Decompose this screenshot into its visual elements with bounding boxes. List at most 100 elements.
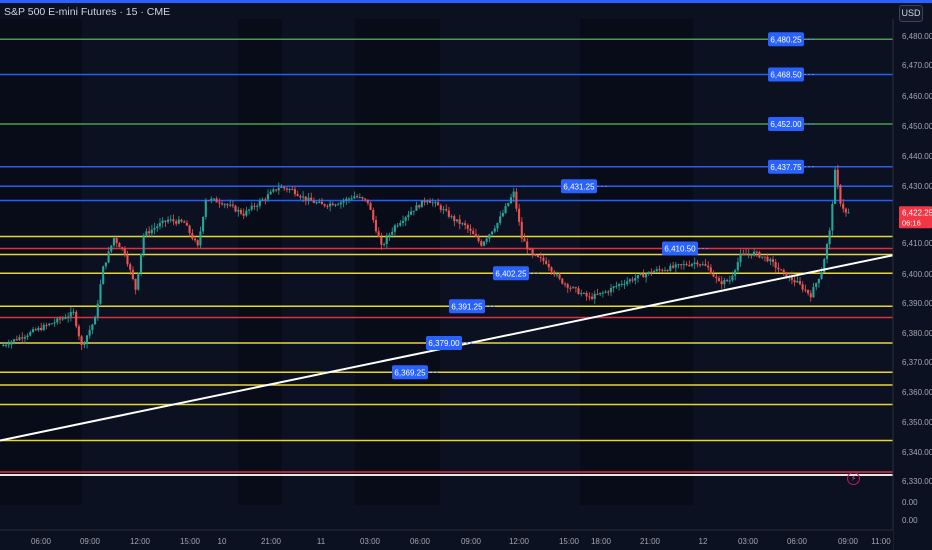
candle-body xyxy=(148,231,151,234)
candle-body xyxy=(323,204,326,206)
level-label-text: 6,402.25 xyxy=(495,269,527,278)
candle-body xyxy=(761,256,764,258)
candle-body xyxy=(590,296,594,299)
candle-body xyxy=(188,225,191,234)
candle-body xyxy=(661,269,664,271)
candle-body xyxy=(342,200,345,203)
candle-body xyxy=(482,241,486,246)
candle-body xyxy=(412,210,415,212)
candle-body xyxy=(704,264,707,266)
price-tick-label: 6,340.00 xyxy=(902,448,932,457)
lightning-icon[interactable]: ⚡ xyxy=(847,472,860,485)
candle-body xyxy=(69,312,72,317)
candle-body xyxy=(72,311,75,313)
candle-body xyxy=(2,344,5,346)
price-tick-label: 6,360.00 xyxy=(902,388,932,397)
candle-body xyxy=(301,196,305,198)
price-tick-label: 6,430.00 xyxy=(902,182,932,191)
candle-body xyxy=(277,187,280,191)
candle-body xyxy=(218,202,221,204)
candle-body xyxy=(474,234,477,237)
candle-body xyxy=(180,219,183,222)
time-axis[interactable]: 06:00 09:00 12:00 15:00 10 21:00 11 03:00 06:00 0… xyxy=(0,529,893,550)
time-tick-label: 11 xyxy=(317,537,326,546)
candle-body xyxy=(191,233,194,239)
candle-body xyxy=(612,286,615,288)
candle-body xyxy=(293,189,296,195)
candle-body xyxy=(175,221,178,224)
candle-body xyxy=(280,187,283,189)
candle-body xyxy=(723,279,726,285)
candle-body xyxy=(431,202,434,204)
currency-button[interactable]: USD xyxy=(899,5,923,22)
candle-body xyxy=(769,259,772,262)
time-tick-label: 06:00 xyxy=(787,537,808,546)
candle-body xyxy=(623,283,626,285)
candle-body xyxy=(437,202,440,206)
level-label-text: 6,410.50 xyxy=(664,245,696,254)
candle-body xyxy=(771,259,774,263)
candle-body xyxy=(4,344,8,346)
candle-body xyxy=(720,281,723,285)
candle-body xyxy=(242,213,245,216)
candle-body xyxy=(18,337,21,341)
candle-body xyxy=(774,262,777,268)
time-tick-label: 21:00 xyxy=(261,537,282,546)
candle-body xyxy=(339,202,342,205)
candle-body xyxy=(13,339,16,342)
candle-body xyxy=(304,196,307,201)
candle-body xyxy=(77,326,80,337)
candle-body xyxy=(29,331,32,336)
candle-body xyxy=(7,344,10,346)
candle-body xyxy=(688,265,691,267)
session-bands xyxy=(0,19,693,505)
candle-body xyxy=(139,253,143,274)
candle-body xyxy=(156,226,159,228)
candle-body xyxy=(631,279,634,281)
candle-body xyxy=(353,196,356,199)
current-price-label: 6,422.25 xyxy=(902,208,932,217)
candle-body xyxy=(572,287,575,289)
level-label-text: 6,437.75 xyxy=(770,163,802,172)
candle-body xyxy=(766,256,769,262)
candle-body xyxy=(439,205,442,210)
candle-body xyxy=(326,205,329,207)
candle-body xyxy=(593,293,596,299)
candle-body xyxy=(426,200,429,203)
candle-body xyxy=(312,200,315,203)
candle-body xyxy=(496,222,499,229)
time-tick-label: 18:00 xyxy=(591,537,612,546)
level-label-text: 6,468.50 xyxy=(770,71,802,80)
candle-body xyxy=(407,214,410,218)
candle-body xyxy=(518,208,521,222)
candle-body xyxy=(112,238,116,246)
candle-body xyxy=(574,287,577,289)
candle-body xyxy=(542,257,545,261)
candle-body xyxy=(466,225,469,229)
candle-body xyxy=(193,238,197,241)
candle-body xyxy=(420,200,423,208)
time-tick-label: 06:00 xyxy=(410,537,431,546)
candle-body xyxy=(391,231,394,235)
candle-body xyxy=(256,205,259,207)
candle-body xyxy=(844,208,847,213)
candle-body xyxy=(169,219,172,221)
candle-body xyxy=(83,342,86,345)
price-axis[interactable]: 6,480.00 6,470.00 6,460.00 6,450.00 6,440.00… xyxy=(892,19,932,550)
time-tick-label: 12:00 xyxy=(130,537,151,546)
candle-body xyxy=(666,270,669,272)
candle-body xyxy=(739,253,742,263)
candle-body xyxy=(658,269,661,271)
candle-body xyxy=(164,220,167,222)
price-chart[interactable]: 6,480.25 6,468.50 6,452.00 6,437.75 6,431.25… xyxy=(0,0,932,550)
price-tick-label: 6,470.00 xyxy=(902,61,932,70)
candle-body xyxy=(318,201,321,203)
candle-body xyxy=(736,262,739,271)
candle-body xyxy=(299,195,302,198)
candle-body xyxy=(183,221,186,223)
candle-body xyxy=(763,256,766,258)
candle-body xyxy=(56,318,59,323)
candle-body xyxy=(636,274,639,279)
candle-body xyxy=(501,212,504,217)
candle-body xyxy=(31,329,35,332)
